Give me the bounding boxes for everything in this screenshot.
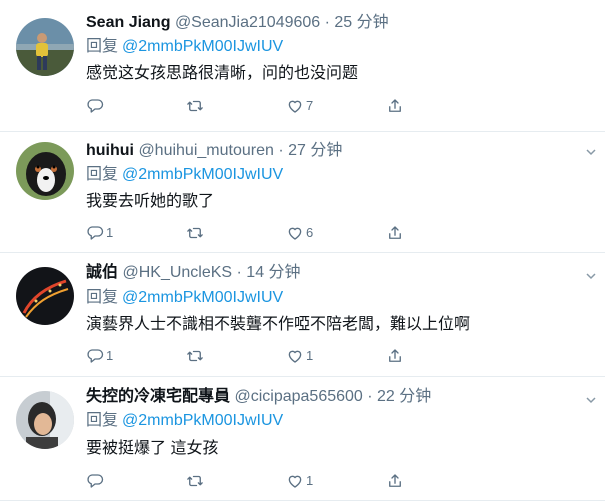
reply-label: 回复 xyxy=(86,166,119,183)
retweet-icon xyxy=(187,227,203,239)
heart-icon xyxy=(288,350,302,363)
retweet-button[interactable] xyxy=(186,344,206,368)
display-name[interactable]: 失控的冷凍宅配專員 xyxy=(86,388,230,405)
like-count: 7 xyxy=(306,98,314,113)
reply-label: 回复 xyxy=(86,412,119,429)
reply-icon xyxy=(87,226,104,240)
tweet-header: 失控的冷凍宅配專員 @cicipapa565600 · 22 分钟 xyxy=(86,386,431,408)
tweet-text: 要被挺爆了 這女孩 xyxy=(86,440,219,457)
mention-link[interactable]: @2mmbPkM00IJwIUV xyxy=(122,38,283,55)
handle-and-time[interactable]: @HK_UncleKS · 14 分钟 xyxy=(122,264,300,281)
share-button[interactable] xyxy=(386,221,404,245)
reply-icon xyxy=(87,349,104,363)
tweet-text: 我要去听她的歌了 xyxy=(86,193,215,210)
share-icon xyxy=(389,226,401,239)
reply-button[interactable]: 1 xyxy=(86,344,113,368)
share-icon xyxy=(389,474,401,487)
handle-and-time[interactable]: @SeanJia21049606 · 25 分钟 xyxy=(175,14,389,31)
share-button[interactable] xyxy=(386,344,404,368)
reply-button[interactable] xyxy=(86,469,106,493)
tweet-card[interactable]: 失控的冷凍宅配專員 @cicipapa565600 · 22 分钟 回复 @2mm… xyxy=(0,378,605,501)
retweet-icon xyxy=(187,100,203,112)
avatar[interactable] xyxy=(16,18,74,76)
tweet-text: 演藝界人士不識相不裝聾不作啞不陪老闆，難以上位啊 xyxy=(86,316,471,333)
like-button[interactable]: 1 xyxy=(286,344,313,368)
chevron-down-icon[interactable] xyxy=(585,394,597,406)
mention-link[interactable]: @2mmbPkM00IJwIUV xyxy=(122,166,283,183)
heart-icon xyxy=(288,475,302,488)
retweet-icon xyxy=(187,475,203,487)
like-count: 1 xyxy=(306,473,314,488)
person-portrait-photo-icon xyxy=(16,391,74,449)
reply-feed: Sean Jiang @SeanJia21049606 · 25 分钟 回复 @2… xyxy=(0,0,605,501)
heart-icon xyxy=(288,100,302,113)
mention-link[interactable]: @2mmbPkM00IJwIUV xyxy=(122,412,283,429)
chevron-down-icon[interactable] xyxy=(585,270,597,282)
reply-icon xyxy=(87,474,104,488)
avatar[interactable] xyxy=(16,142,74,200)
retweet-button[interactable] xyxy=(186,94,206,118)
tweet-card[interactable]: 誠伯 @HK_UncleKS · 14 分钟 回复 @2mmbPkM00IJwIU… xyxy=(0,254,605,377)
handle-and-time[interactable]: @huihui_mutouren · 27 分钟 xyxy=(138,142,342,159)
like-count: 6 xyxy=(306,225,314,240)
tweet-header: Sean Jiang @SeanJia21049606 · 25 分钟 xyxy=(86,12,389,34)
display-name[interactable]: 誠伯 xyxy=(86,264,118,281)
action-bar: 7 xyxy=(86,94,416,118)
reply-button[interactable]: 1 xyxy=(86,221,113,245)
reply-label: 回复 xyxy=(86,289,119,306)
handle-and-time[interactable]: @cicipapa565600 · 22 分钟 xyxy=(234,388,431,405)
share-icon xyxy=(389,99,401,112)
person-standing-photo-icon xyxy=(16,18,74,76)
heart-icon xyxy=(288,227,302,240)
mention-link[interactable]: @2mmbPkM00IJwIUV xyxy=(122,289,283,306)
tweet-header: 誠伯 @HK_UncleKS · 14 分钟 xyxy=(86,262,301,284)
share-button[interactable] xyxy=(386,469,404,493)
tweet-text: 感觉这女孩思路很清晰，问的也没问题 xyxy=(86,65,359,82)
tweet-card[interactable]: huihui @huihui_mutouren · 27 分钟 回复 @2mmbP… xyxy=(0,132,605,253)
action-bar: 1 1 xyxy=(86,344,416,368)
like-button[interactable]: 6 xyxy=(286,221,313,245)
reply-button[interactable] xyxy=(86,94,106,118)
like-count: 1 xyxy=(306,348,314,363)
action-bar: 1 xyxy=(86,469,416,493)
dog-photo-icon xyxy=(16,142,74,200)
share-button[interactable] xyxy=(386,94,404,118)
chevron-down-icon[interactable] xyxy=(585,146,597,158)
retweet-button[interactable] xyxy=(186,469,206,493)
reply-icon xyxy=(87,99,104,113)
reply-count: 1 xyxy=(106,348,114,363)
like-button[interactable]: 1 xyxy=(286,469,313,493)
display-name[interactable]: Sean Jiang xyxy=(86,14,170,31)
tweet-card[interactable]: Sean Jiang @SeanJia21049606 · 25 分钟 回复 @2… xyxy=(0,0,605,132)
reply-label: 回复 xyxy=(86,38,119,55)
avatar[interactable] xyxy=(16,267,74,325)
retweet-button[interactable] xyxy=(186,221,206,245)
reply-context: 回复 @2mmbPkM00IJwIUV xyxy=(86,36,283,58)
like-button[interactable]: 7 xyxy=(286,94,313,118)
action-bar: 1 6 xyxy=(86,221,416,245)
share-icon xyxy=(389,349,401,362)
night-city-photo-icon xyxy=(16,267,74,325)
retweet-icon xyxy=(187,350,203,362)
reply-context: 回复 @2mmbPkM00IJwIUV xyxy=(86,287,283,309)
tweet-header: huihui @huihui_mutouren · 27 分钟 xyxy=(86,140,342,162)
reply-context: 回复 @2mmbPkM00IJwIUV xyxy=(86,410,283,432)
reply-count: 1 xyxy=(106,225,114,240)
reply-context: 回复 @2mmbPkM00IJwIUV xyxy=(86,164,283,186)
display-name[interactable]: huihui xyxy=(86,142,134,159)
avatar[interactable] xyxy=(16,391,74,449)
